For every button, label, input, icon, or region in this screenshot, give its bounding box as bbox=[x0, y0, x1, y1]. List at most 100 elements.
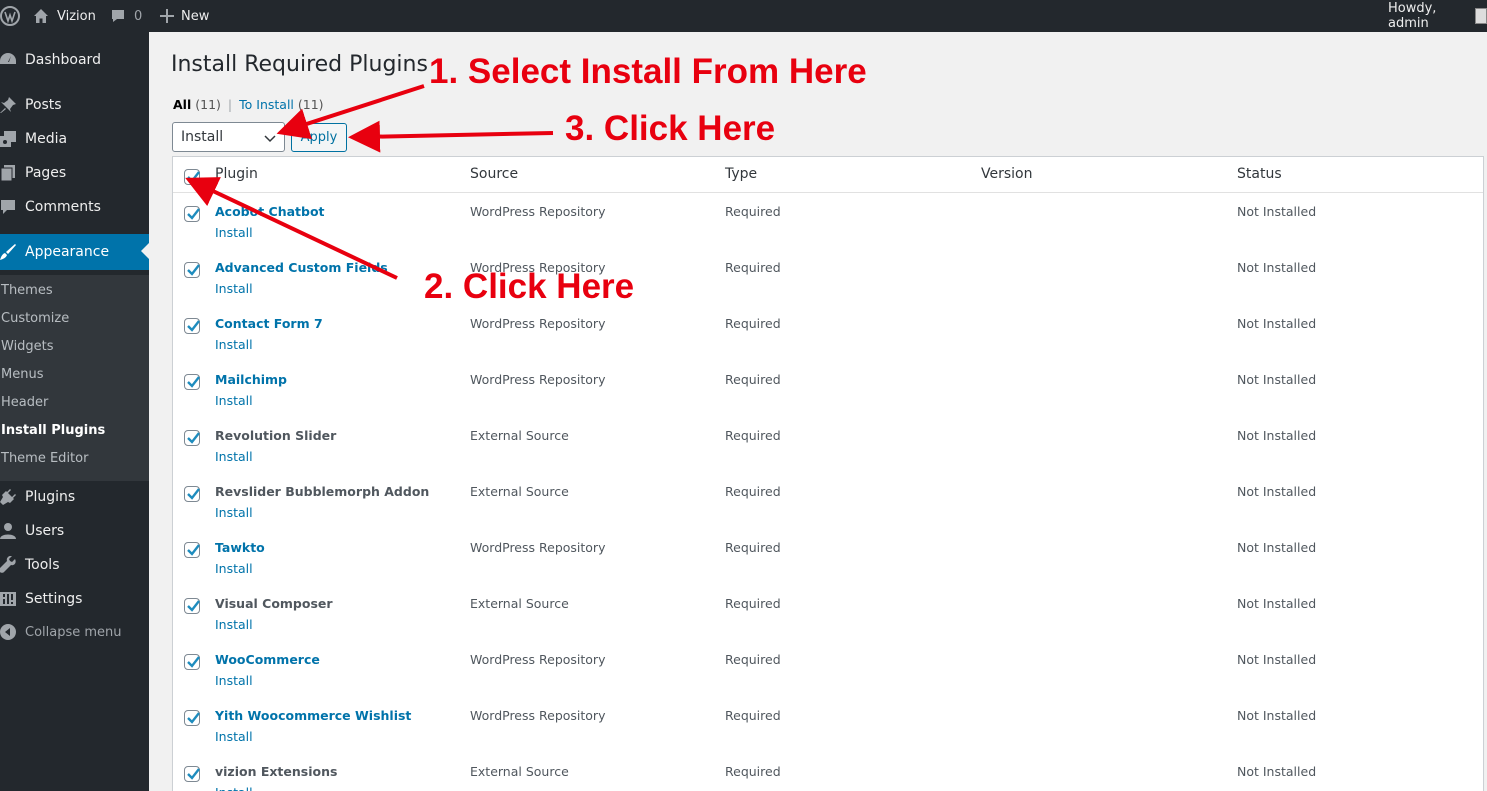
row-checkbox[interactable] bbox=[184, 542, 200, 558]
filter-all[interactable]: All (11) bbox=[173, 97, 221, 112]
row-checkbox[interactable] bbox=[184, 654, 200, 670]
plugin-source: WordPress Repository bbox=[470, 372, 606, 387]
bulk-action-select[interactable]: Install bbox=[172, 122, 285, 152]
table-row: Mailchimp Install WordPress Repository Requ… bbox=[173, 362, 1483, 418]
howdy-text: Howdy, admin bbox=[1388, 1, 1437, 31]
plugin-name[interactable]: Advanced Custom Fields bbox=[215, 260, 388, 275]
plugin-type: Required bbox=[725, 316, 781, 331]
sidebar-item-label: Tools bbox=[25, 557, 60, 573]
row-checkbox[interactable] bbox=[184, 206, 200, 222]
select-all-checkbox[interactable] bbox=[184, 169, 200, 185]
wordpress-logo-icon[interactable] bbox=[0, 0, 20, 32]
page-title: Install Required Plugins bbox=[171, 52, 428, 77]
account-menu[interactable]: Howdy, admin bbox=[1388, 0, 1487, 32]
site-name-link[interactable]: Vizion bbox=[33, 0, 96, 32]
chevron-down-icon bbox=[264, 132, 276, 148]
row-checkbox[interactable] bbox=[184, 374, 200, 390]
plugin-name[interactable]: Mailchimp bbox=[215, 372, 287, 387]
sidebar-item-label: Comments bbox=[25, 199, 101, 215]
row-checkbox[interactable] bbox=[184, 598, 200, 614]
sidebar-item-label: Users bbox=[25, 523, 65, 539]
install-link[interactable]: Install bbox=[215, 393, 253, 408]
row-checkbox[interactable] bbox=[184, 710, 200, 726]
row-checkbox[interactable] bbox=[184, 262, 200, 278]
install-link[interactable]: Install bbox=[215, 505, 253, 520]
row-checkbox[interactable] bbox=[184, 766, 200, 782]
sidebar-item-label: Collapse menu bbox=[25, 624, 122, 640]
install-link[interactable]: Install bbox=[215, 225, 253, 240]
sidebar-item-settings[interactable]: Settings bbox=[0, 582, 149, 616]
install-link[interactable]: Install bbox=[215, 449, 253, 464]
filter-all-label: All bbox=[173, 97, 192, 112]
comment-icon bbox=[0, 197, 18, 217]
column-header-version[interactable]: Version bbox=[981, 166, 1032, 182]
plugin-type: Required bbox=[725, 372, 781, 387]
plugin-name[interactable]: Yith Woocommerce Wishlist bbox=[215, 708, 411, 723]
pages-icon bbox=[0, 163, 18, 183]
plugin-status: Not Installed bbox=[1237, 372, 1317, 387]
table-header: Plugin Source Type Version Status bbox=[173, 157, 1483, 193]
avatar bbox=[1474, 8, 1487, 24]
new-label: New bbox=[181, 8, 210, 24]
sidebar-item-appearance[interactable]: Appearance bbox=[0, 234, 149, 270]
install-link[interactable]: Install bbox=[215, 729, 253, 744]
submenu-item-header[interactable]: Header bbox=[1, 392, 48, 412]
users-icon bbox=[0, 521, 18, 541]
sidebar-item-posts[interactable]: Posts bbox=[0, 88, 149, 122]
install-link[interactable]: Install bbox=[215, 337, 253, 352]
plugin-status: Not Installed bbox=[1237, 764, 1317, 779]
plugin-source: WordPress Repository bbox=[470, 204, 606, 219]
table-row: Contact Form 7 Install WordPress Repositor… bbox=[173, 306, 1483, 362]
table-row: Acobot Chatbot Install WordPress Repositor… bbox=[173, 194, 1483, 250]
comment-bubble-icon bbox=[110, 8, 126, 24]
appearance-submenu: Themes Customize Widgets Menus Header In… bbox=[0, 275, 149, 481]
install-link[interactable]: Install bbox=[215, 617, 253, 632]
table-row: vizion Extensions Install External Source R… bbox=[173, 754, 1483, 791]
plugin-source: WordPress Repository bbox=[470, 316, 606, 331]
install-link[interactable]: Install bbox=[215, 785, 253, 791]
column-header-type[interactable]: Type bbox=[725, 166, 757, 182]
plugin-source: External Source bbox=[470, 484, 569, 499]
filter-separator: | bbox=[227, 97, 233, 112]
plugin-status: Not Installed bbox=[1237, 484, 1317, 499]
row-checkbox[interactable] bbox=[184, 430, 200, 446]
paintbrush-icon bbox=[0, 242, 18, 262]
row-checkbox[interactable] bbox=[184, 318, 200, 334]
row-checkbox[interactable] bbox=[184, 486, 200, 502]
sidebar-item-media[interactable]: Media bbox=[0, 122, 149, 156]
apply-button[interactable]: Apply bbox=[291, 123, 347, 152]
dashboard-icon bbox=[0, 50, 18, 70]
sidebar-item-tools[interactable]: Tools bbox=[0, 548, 149, 582]
submenu-item-install-plugins[interactable]: Install Plugins bbox=[1, 420, 105, 440]
sidebar-item-comments[interactable]: Comments bbox=[0, 190, 149, 224]
sidebar-item-dashboard[interactable]: Dashboard bbox=[0, 43, 149, 77]
plugin-name[interactable]: WooCommerce bbox=[215, 652, 320, 667]
sidebar-item-pages[interactable]: Pages bbox=[0, 156, 149, 190]
comments-link[interactable]: 0 bbox=[110, 0, 142, 32]
install-link[interactable]: Install bbox=[215, 673, 253, 688]
plugin-name[interactable]: Tawkto bbox=[215, 540, 265, 555]
filter-to-install[interactable]: To Install (11) bbox=[239, 97, 323, 112]
plugin-name: Revolution Slider bbox=[215, 428, 337, 443]
sidebar-item-users[interactable]: Users bbox=[0, 514, 149, 548]
new-content-link[interactable]: New bbox=[160, 0, 209, 32]
submenu-item-menus[interactable]: Menus bbox=[1, 364, 43, 384]
submenu-item-theme-editor[interactable]: Theme Editor bbox=[1, 448, 88, 468]
plugin-name: vizion Extensions bbox=[215, 764, 338, 779]
sidebar-item-plugins[interactable]: Plugins bbox=[0, 480, 149, 514]
plus-icon bbox=[160, 9, 174, 23]
plugin-source: WordPress Repository bbox=[470, 652, 606, 667]
arrow-to-apply bbox=[348, 120, 554, 153]
column-header-plugin[interactable]: Plugin bbox=[215, 166, 258, 182]
install-link[interactable]: Install bbox=[215, 561, 253, 576]
submenu-item-widgets[interactable]: Widgets bbox=[1, 336, 54, 356]
plugin-name[interactable]: Contact Form 7 bbox=[215, 316, 323, 331]
column-header-source[interactable]: Source bbox=[470, 166, 518, 182]
sidebar-item-label: Pages bbox=[25, 165, 67, 181]
collapse-menu-button[interactable]: Collapse menu bbox=[0, 615, 149, 649]
install-link[interactable]: Install bbox=[215, 281, 253, 296]
plugin-name[interactable]: Acobot Chatbot bbox=[215, 204, 325, 219]
column-header-status[interactable]: Status bbox=[1237, 166, 1282, 182]
submenu-item-customize[interactable]: Customize bbox=[1, 308, 69, 328]
submenu-item-themes[interactable]: Themes bbox=[1, 280, 53, 300]
